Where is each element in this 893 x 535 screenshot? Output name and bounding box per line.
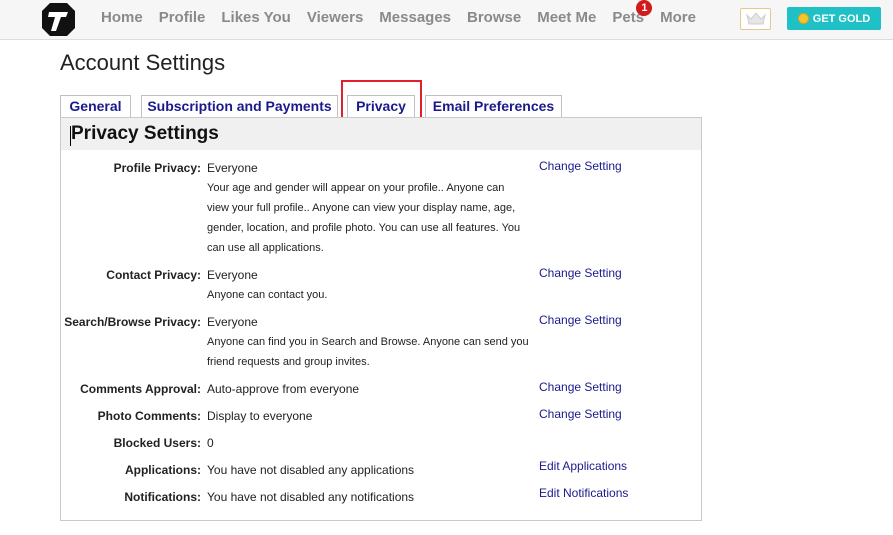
profile-privacy-change-link[interactable]: Change Setting [539, 159, 622, 173]
contact-privacy-label: Contact Privacy: [106, 268, 201, 282]
profile-privacy-value: Everyone [207, 161, 258, 175]
nav-home[interactable]: Home [101, 9, 143, 26]
blocked-users-label: Blocked Users: [113, 436, 201, 450]
crown-icon [745, 12, 766, 25]
applications-value: You have not disabled any applications [207, 463, 415, 477]
comments-approval-label: Comments Approval: [80, 382, 201, 396]
crown-button[interactable] [740, 8, 771, 30]
nav-messages[interactable]: Messages [379, 9, 451, 26]
page-title: Account Settings [60, 50, 226, 75]
comments-approval-value: Auto-approve from everyone [207, 382, 360, 396]
search-browse-privacy-description: Anyone can find you in Search and Browse… [207, 336, 529, 368]
nav-browse[interactable]: Browse [467, 9, 521, 26]
contact-privacy-value: Everyone [207, 268, 258, 282]
photo-comments-value: Display to everyone [207, 409, 313, 423]
search-browse-privacy-value: Everyone [207, 315, 258, 329]
get-gold-label: GET GOLD [812, 12, 871, 25]
search-browse-privacy-label: Search/Browse Privacy: [64, 315, 201, 329]
nav-viewers[interactable]: Viewers [307, 9, 363, 26]
tab-subscription-payments[interactable]: Subscription and Payments [141, 95, 338, 118]
coin-icon [797, 13, 809, 24]
edit-notifications-link[interactable]: Edit Notifications [539, 486, 628, 500]
main-nav: Home Profile Likes You Viewers Messages … [101, 0, 712, 26]
comments-approval-change-link[interactable]: Change Setting [539, 380, 622, 394]
nav-meet-me[interactable]: Meet Me [537, 9, 596, 26]
nav-more[interactable]: More [660, 9, 696, 26]
site-logo-icon[interactable] [40, 1, 77, 38]
tab-email-preferences[interactable]: Email Preferences [425, 95, 562, 118]
nav-profile[interactable]: Profile [159, 9, 206, 26]
contact-privacy-description: Anyone can contact you. [207, 289, 328, 301]
privacy-settings-panel: Privacy Settings Profile Privacy: Everyo… [60, 117, 702, 521]
photo-comments-change-link[interactable]: Change Setting [539, 407, 622, 421]
blocked-users-value: 0 [207, 436, 214, 450]
search-browse-privacy-change-link[interactable]: Change Setting [539, 313, 622, 327]
notifications-value: You have not disabled any notifications [207, 490, 415, 504]
applications-label: Applications: [124, 463, 201, 477]
pets-notification-badge: 1 [636, 0, 653, 16]
get-gold-button[interactable]: GET GOLD [787, 7, 881, 30]
photo-comments-label: Photo Comments: [97, 409, 201, 423]
contact-privacy-change-link[interactable]: Change Setting [539, 266, 622, 280]
nav-likes-you[interactable]: Likes You [221, 9, 290, 26]
panel-header: Privacy Settings [61, 118, 701, 150]
notifications-label: Notifications: [124, 490, 201, 504]
edit-applications-link[interactable]: Edit Applications [539, 459, 627, 473]
top-nav-bar: Home Profile Likes You Viewers Messages … [0, 0, 893, 40]
panel-title: Privacy Settings [71, 123, 219, 144]
tab-general[interactable]: General [60, 95, 131, 118]
profile-privacy-label: Profile Privacy: [113, 161, 201, 175]
tab-privacy[interactable]: Privacy [347, 95, 415, 118]
nav-pets[interactable]: Pets 1 [612, 0, 653, 26]
profile-privacy-description: Your age and gender will appear on your … [207, 182, 521, 254]
